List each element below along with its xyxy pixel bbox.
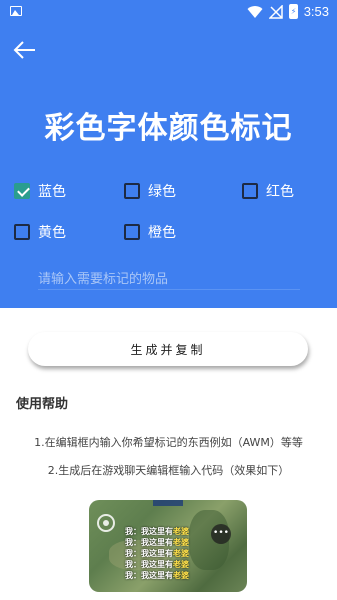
- header-panel: 彩色字体颜色标记 蓝色 绿色 红色 黄色 橙色: [0, 25, 337, 308]
- item-input-wrapper: [38, 268, 300, 291]
- chat-line: 我：我这里有老婆: [125, 527, 189, 536]
- option-yellow-label: 黄色: [38, 225, 66, 241]
- image-icon: [10, 6, 22, 16]
- option-red[interactable]: 红色: [242, 181, 294, 201]
- generate-copy-button[interactable]: 生成并复制: [28, 332, 308, 366]
- wifi-icon: [247, 5, 263, 18]
- option-orange-label: 橙色: [148, 225, 176, 241]
- status-bar: ⚡ 3:53: [0, 0, 337, 25]
- checkbox-blue[interactable]: [14, 183, 30, 199]
- eye-icon: [97, 514, 115, 532]
- checkbox-orange[interactable]: [124, 224, 140, 240]
- status-icons: ⚡ 3:53: [247, 4, 329, 19]
- chat-lines: 我：我这里有老婆 我：我这里有老婆 我：我这里有老婆 我：我这里有老婆 我：我这…: [125, 526, 189, 581]
- hud-bar: [153, 500, 183, 506]
- help-title: 使用帮助: [16, 397, 69, 412]
- battery-icon: ⚡: [288, 4, 298, 19]
- status-time: 3:53: [303, 4, 329, 19]
- page-title: 彩色字体颜色标记: [44, 111, 293, 146]
- option-blue-label: 蓝色: [38, 184, 66, 200]
- option-green[interactable]: 绿色: [124, 181, 176, 201]
- no-signal-icon: [268, 4, 283, 19]
- help-line-1: 1.在编辑框内输入你希望标记的东西例如（AWM）等等: [34, 436, 303, 449]
- option-orange[interactable]: 橙色: [124, 222, 176, 242]
- help-line-2: 2.生成后在游戏聊天编辑框输入代码（效果如下）: [47, 464, 290, 477]
- chat-line: 我：我这里有老婆: [125, 571, 189, 580]
- option-blue[interactable]: 蓝色: [14, 181, 66, 201]
- chat-bubble-icon: •••: [211, 524, 231, 544]
- option-red-label: 红色: [266, 184, 294, 200]
- checkbox-yellow[interactable]: [14, 224, 30, 240]
- option-green-label: 绿色: [148, 184, 176, 200]
- option-yellow[interactable]: 黄色: [14, 222, 66, 242]
- chat-line: 我：我这里有老婆: [125, 560, 189, 569]
- checkbox-green[interactable]: [124, 183, 140, 199]
- back-arrow-icon[interactable]: [12, 37, 38, 63]
- item-input[interactable]: [38, 268, 300, 291]
- chat-line: 我：我这里有老婆: [125, 549, 189, 558]
- chat-line: 我：我这里有老婆: [125, 538, 189, 547]
- example-game-image: ••• 我：我这里有老婆 我：我这里有老婆 我：我这里有老婆 我：我这里有老婆 …: [89, 500, 247, 592]
- checkbox-red[interactable]: [242, 183, 258, 199]
